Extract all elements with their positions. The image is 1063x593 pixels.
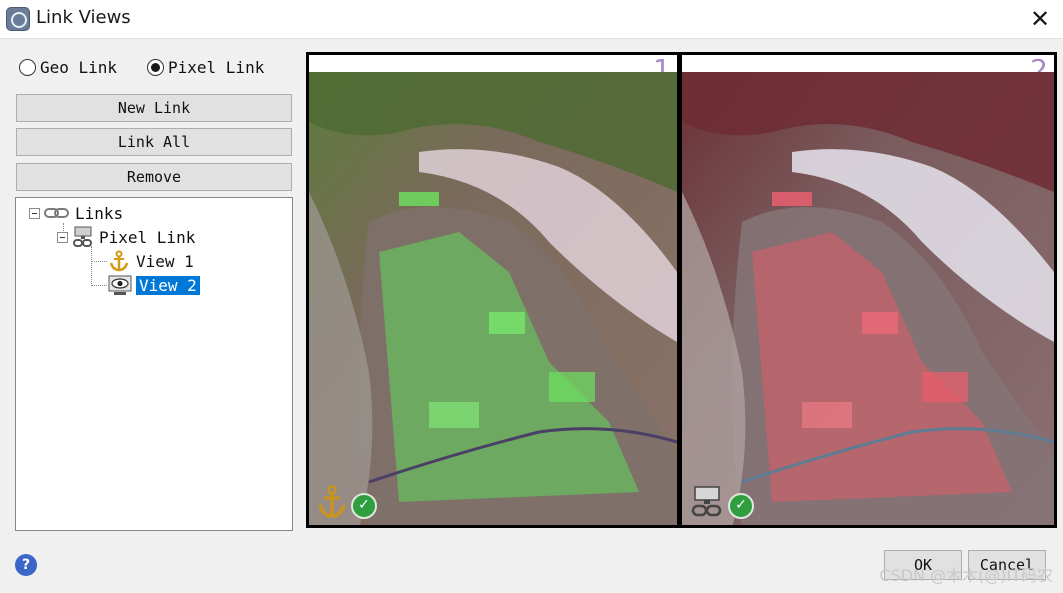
pixel-link-icon [73,226,92,247]
geo-link-radio[interactable]: Geo Link [19,56,117,78]
pixel-link-label: Pixel Link [168,57,265,77]
link-all-button[interactable]: Link All [16,128,292,156]
tree-label-view-1: View 1 [136,251,194,271]
remove-button[interactable]: Remove [16,163,292,191]
check-icon: ✓ [351,493,377,519]
anchor-icon [109,250,129,272]
tree-connector [91,285,107,286]
pixel-link-radio[interactable]: Pixel Link [147,56,264,78]
view-2-badges: ✓ [690,485,754,519]
view-1-image[interactable]: ✓ [309,72,677,525]
app-icon [6,7,30,31]
pixel-link-icon [691,486,722,517]
view-1-badges: ✓ [317,485,377,519]
tree-node-view-2[interactable]: View 2 [108,274,200,296]
tree-label-view-2: View 2 [136,275,200,295]
eye-icon [108,275,132,295]
chain-link-icon [44,208,69,218]
view-1-panel[interactable]: 1 ✓ [306,52,680,528]
tree-connector [91,261,107,262]
close-icon[interactable]: ✕ [1025,4,1055,34]
satellite-image-2 [682,72,1054,525]
collapse-icon[interactable] [29,207,40,219]
anchor-icon [318,485,346,518]
view-2-image[interactable]: ✓ [682,72,1054,525]
window-title: Link Views [36,7,131,28]
geo-link-radio-circle[interactable] [19,58,36,76]
tree-node-view-1[interactable]: View 1 [108,250,194,272]
check-icon: ✓ [728,493,754,519]
collapse-icon[interactable] [57,231,68,243]
tree-label-links: Links [75,203,124,223]
view-2-panel[interactable]: 2 ✓ [679,52,1057,528]
tree-node-pixel-link[interactable]: Pixel Link [57,226,195,248]
tree-node-links[interactable]: Links [29,202,123,224]
new-link-button[interactable]: New Link [16,94,292,122]
satellite-image-1 [309,72,677,525]
help-icon[interactable]: ? [15,554,37,576]
pixel-link-radio-circle[interactable] [147,58,164,76]
watermark: CSDN @木木(@)IT码农 [879,566,1053,585]
title-bar: Link Views ✕ [0,0,1063,39]
tree-label-pixel-link: Pixel Link [99,227,196,247]
geo-link-label: Geo Link [40,57,118,77]
links-tree[interactable]: Links Pixel Link View 1 View 2 [15,197,293,531]
tree-connector [91,246,92,286]
